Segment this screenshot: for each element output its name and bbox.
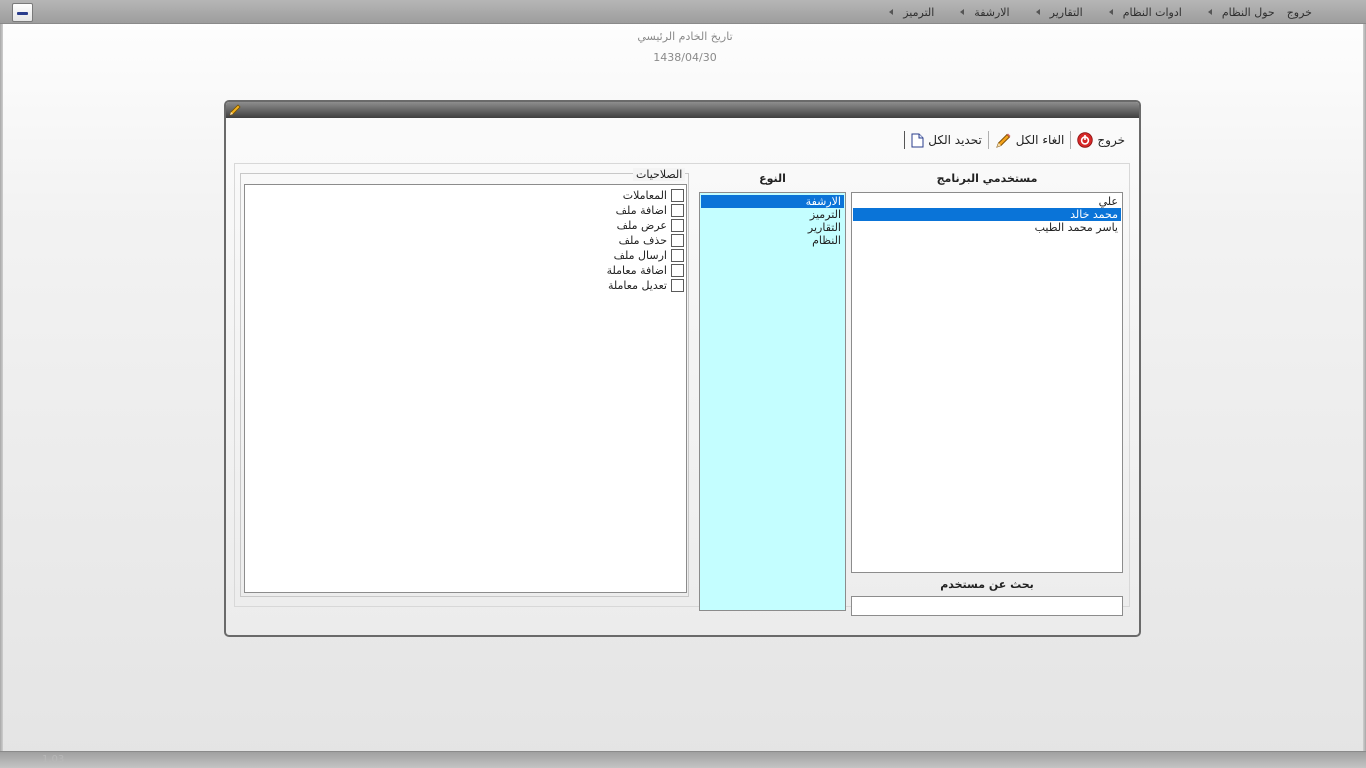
pencil-icon: [996, 133, 1011, 148]
permission-label: اضافة ملف: [615, 204, 667, 217]
exit-label: خروج: [1097, 133, 1125, 147]
menu-item-label: التقارير: [1049, 5, 1083, 19]
type-list-item[interactable]: النظام: [701, 234, 844, 247]
permissions-legend: الصلاحيات: [633, 168, 686, 181]
submenu-arrow-icon: [960, 9, 965, 15]
menu-item-about[interactable]: حول النظام: [1188, 0, 1281, 24]
users-list[interactable]: علي محمد خالد ياسر محمد الطيب: [851, 192, 1123, 573]
user-search-input[interactable]: [851, 596, 1123, 616]
submenu-arrow-icon: [1108, 9, 1113, 15]
cancel-all-label: الغاء الكل: [1015, 133, 1065, 147]
permissions-list: المعاملات اضافة ملف عرض ملف حذف ملف ارسا…: [244, 184, 687, 593]
permission-checkbox[interactable]: [671, 234, 684, 247]
menu-item-label: خروج: [1286, 5, 1312, 19]
type-list-item[interactable]: الارشفة: [701, 195, 844, 208]
user-list-item[interactable]: ياسر محمد الطيب: [853, 221, 1121, 234]
type-list-item[interactable]: الترميز: [701, 208, 844, 221]
permission-item[interactable]: اضافة ملف: [245, 203, 686, 218]
toolbar-separator: [987, 131, 989, 149]
top-menu-bar: الترميز الارشفة التقارير ادوات النظام حو…: [0, 0, 1366, 24]
server-date-label: تاريخ الخادم الرئيسي: [637, 30, 733, 43]
permission-item[interactable]: ارسال ملف: [245, 248, 686, 263]
submenu-arrow-icon: [1207, 9, 1212, 15]
dialog-toolbar: تحديد الكل الغاء الكل خروج: [902, 129, 1131, 151]
document-icon: [911, 133, 924, 147]
user-search-label: بحث عن مستخدم: [940, 578, 1034, 591]
menu-item-exit[interactable]: خروج: [1281, 0, 1318, 24]
toolbar-separator: [1070, 131, 1072, 149]
menu-item-label: الترميز: [903, 5, 935, 19]
menu-item-system-tools[interactable]: ادوات النظام: [1089, 0, 1188, 24]
permission-checkbox[interactable]: [671, 279, 684, 292]
permission-label: حذف ملف: [618, 234, 667, 247]
select-all-label: تحديد الكل: [928, 133, 982, 147]
permission-label: ارسال ملف: [613, 249, 667, 262]
window-frame-left: [0, 24, 3, 752]
main-menu: الترميز الارشفة التقارير ادوات النظام حو…: [869, 0, 1318, 24]
menu-item-label: ادوات النظام: [1122, 5, 1182, 19]
dialog-titlebar: [226, 102, 1139, 118]
types-list[interactable]: الارشفة الترميز التقارير النظام: [699, 192, 846, 611]
permission-item[interactable]: حذف ملف: [245, 233, 686, 248]
status-bar: 1.03: [0, 751, 1366, 768]
permission-label: تعديل معاملة: [607, 279, 667, 292]
permission-checkbox[interactable]: [671, 219, 684, 232]
minimize-button[interactable]: [12, 3, 33, 22]
types-heading: النوع: [759, 172, 786, 185]
toolbar-separator: [904, 131, 906, 149]
permission-label: المعاملات: [622, 189, 667, 202]
minimize-icon: [17, 12, 28, 15]
permission-item[interactable]: تعديل معاملة: [245, 278, 686, 293]
permission-item[interactable]: المعاملات: [245, 188, 686, 203]
permission-checkbox[interactable]: [671, 204, 684, 217]
submenu-arrow-icon: [889, 9, 894, 15]
permission-item[interactable]: عرض ملف: [245, 218, 686, 233]
type-list-item[interactable]: التقارير: [701, 221, 844, 234]
user-list-item[interactable]: محمد خالد: [853, 208, 1121, 221]
menu-item-label: الارشفة: [974, 5, 1010, 19]
select-all-button[interactable]: تحديد الكل: [905, 129, 988, 151]
menu-item-label: حول النظام: [1221, 5, 1275, 19]
permission-checkbox[interactable]: [671, 189, 684, 202]
exit-button[interactable]: خروج: [1071, 129, 1131, 151]
user-list-item[interactable]: علي: [853, 195, 1121, 208]
server-date-value: 1438/04/30: [653, 51, 717, 64]
pencil-icon: [229, 104, 241, 116]
users-heading: مستخدمي البرنامج: [936, 172, 1038, 185]
permission-item[interactable]: اضافة معاملة: [245, 263, 686, 278]
permission-checkbox[interactable]: [671, 264, 684, 277]
permissions-dialog: تحديد الكل الغاء الكل خروج مستخدمي البرن…: [224, 100, 1141, 637]
power-icon: [1077, 132, 1094, 148]
cancel-all-button[interactable]: الغاء الكل: [989, 129, 1071, 151]
permission-label: عرض ملف: [616, 219, 667, 232]
submenu-arrow-icon: [1035, 9, 1040, 15]
menu-item-archiving[interactable]: الارشفة: [940, 0, 1015, 24]
permission-checkbox[interactable]: [671, 249, 684, 262]
menu-item-coding[interactable]: الترميز: [869, 0, 940, 24]
menu-item-reports[interactable]: التقارير: [1016, 0, 1089, 24]
version-label: 1.03: [42, 754, 65, 765]
permission-label: اضافة معاملة: [606, 264, 667, 277]
